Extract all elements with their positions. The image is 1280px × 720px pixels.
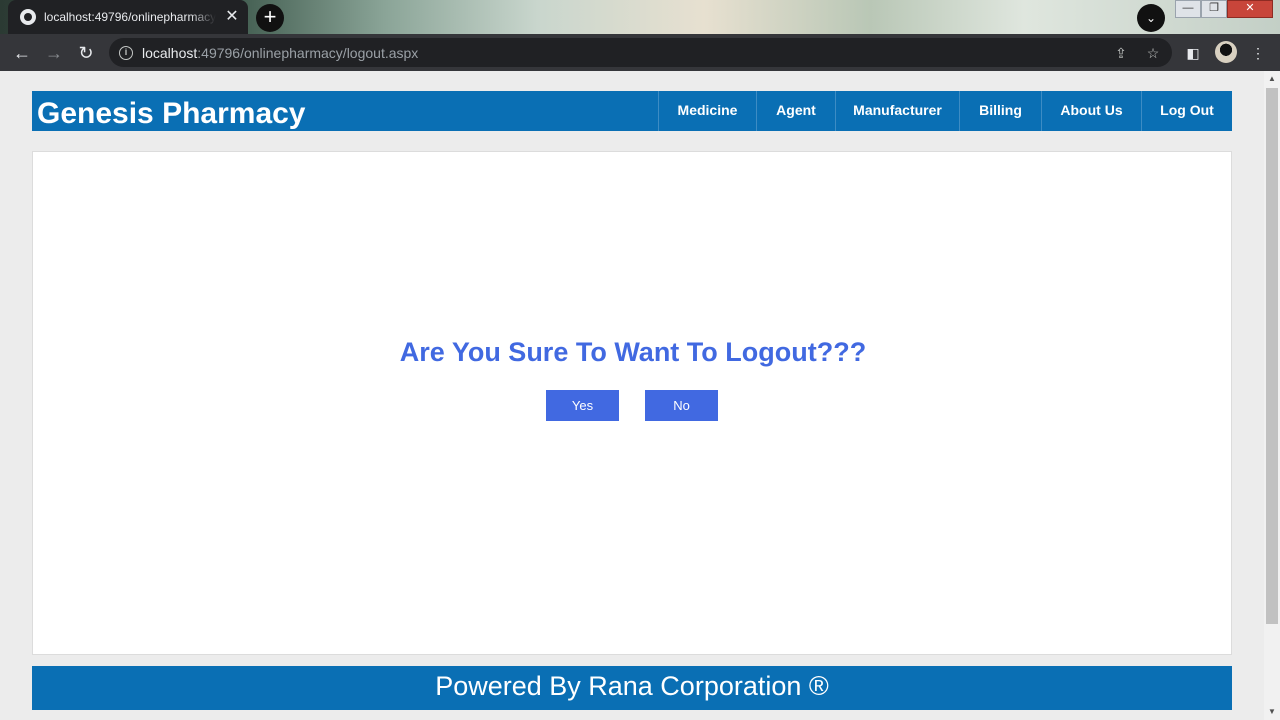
window-close-icon[interactable]: ✕	[1227, 0, 1273, 18]
close-tab-icon[interactable]: ✕	[224, 9, 240, 25]
content-panel: Are You Sure To Want To Logout??? Yes No	[32, 151, 1232, 655]
window-controls: — ❐ ✕	[1175, 0, 1273, 18]
back-icon[interactable]: ←	[10, 41, 34, 65]
scroll-thumb[interactable]	[1266, 88, 1278, 624]
reload-icon[interactable]: ↻	[74, 41, 98, 65]
extension-icon[interactable]: ◧	[1183, 43, 1203, 63]
site-nav: Medicine Agent Manufacturer Billing Abou…	[658, 91, 1232, 131]
nav-agent[interactable]: Agent	[756, 91, 835, 131]
site-header: Genesis Pharmacy Medicine Agent Manufact…	[32, 91, 1232, 131]
vertical-scrollbar[interactable]: ▲ ▼	[1264, 71, 1280, 720]
tab-title: localhost:49796/onlinepharmacy/logout.as…	[44, 10, 216, 24]
site-footer: Powered By Rana Corporation ®	[32, 666, 1232, 710]
url-path: :49796/onlinepharmacy/logout.aspx	[197, 44, 419, 61]
scroll-down-icon[interactable]: ▼	[1264, 704, 1280, 720]
address-bar[interactable]: i localhost:49796/onlinepharmacy/logout.…	[109, 38, 1172, 67]
restore-icon[interactable]: ❐	[1201, 0, 1227, 18]
site-title: Genesis Pharmacy	[37, 97, 306, 130]
globe-icon	[20, 9, 36, 25]
site-info-icon[interactable]: i	[119, 45, 133, 60]
profile-avatar[interactable]	[1215, 41, 1237, 63]
browser-toolbar: ← → ↻ i localhost:49796/onlinepharmacy/l…	[0, 34, 1280, 71]
nav-log-out[interactable]: Log Out	[1141, 91, 1232, 131]
yes-button[interactable]: Yes	[546, 390, 619, 421]
nav-billing[interactable]: Billing	[959, 91, 1041, 131]
browser-tab-strip: localhost:49796/onlinepharmacy/logout.as…	[0, 0, 1280, 34]
nav-about-us[interactable]: About Us	[1041, 91, 1141, 131]
new-tab-button[interactable]: +	[256, 4, 284, 32]
logout-question: Are You Sure To Want To Logout???	[399, 337, 867, 367]
no-button[interactable]: No	[645, 390, 718, 421]
tab-search-button[interactable]: ⌄	[1137, 4, 1165, 32]
forward-icon[interactable]: →	[42, 41, 66, 65]
bookmark-star-icon[interactable]: ☆	[1144, 44, 1162, 62]
scroll-up-icon[interactable]: ▲	[1264, 71, 1280, 87]
share-icon[interactable]: ⇪	[1112, 44, 1130, 62]
minimize-icon[interactable]: —	[1175, 0, 1201, 18]
url-host: localhost	[142, 44, 198, 61]
page-viewport: Genesis Pharmacy Medicine Agent Manufact…	[0, 71, 1264, 720]
nav-medicine[interactable]: Medicine	[658, 91, 756, 131]
browser-tab[interactable]: localhost:49796/onlinepharmacy/logout.as…	[8, 0, 248, 34]
menu-kebab-icon[interactable]: ⋮	[1248, 43, 1268, 63]
nav-manufacturer[interactable]: Manufacturer	[835, 91, 959, 131]
